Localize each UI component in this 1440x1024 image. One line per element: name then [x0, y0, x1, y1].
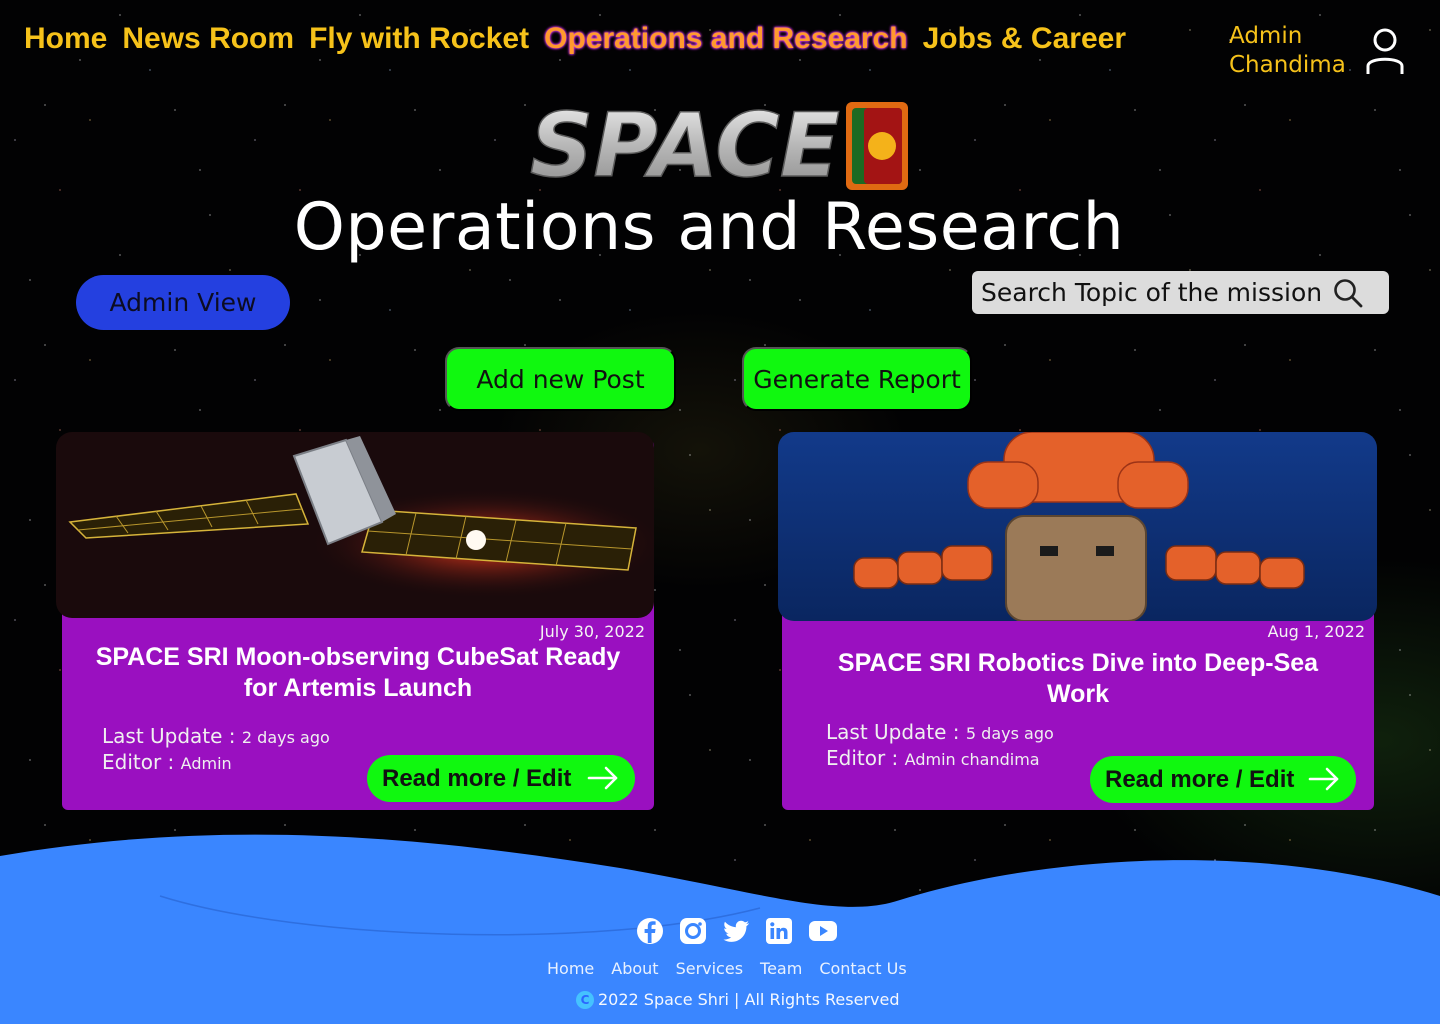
- last-update-value: 2 days ago: [241, 728, 330, 747]
- logo-text: SPACE: [530, 98, 840, 194]
- copyright: C 2022 Space Shri | All Rights Reserved: [576, 990, 899, 1009]
- social-links: [636, 917, 837, 945]
- copyright-icon: C: [576, 990, 594, 1009]
- editor-value: Admin: [180, 754, 232, 773]
- copyright-text: 2022 Space Shri | All Rights Reserved: [598, 990, 900, 1009]
- post-card: Aug 1, 2022 SPACE SRI Robotics Dive into…: [778, 432, 1377, 810]
- user-name: Admin Chandima: [1229, 23, 1346, 78]
- admin-view-button[interactable]: Admin View: [76, 275, 290, 330]
- search-input[interactable]: [981, 278, 1336, 307]
- cubesat-image: [56, 432, 654, 618]
- nav-fly-with-rocket[interactable]: Fly with Rocket: [309, 22, 529, 56]
- search-bar: [972, 271, 1389, 314]
- footer-link-about[interactable]: About: [611, 959, 658, 978]
- space-logo: SPACE: [524, 93, 914, 198]
- nav-operations-and-research[interactable]: Operations and Research: [544, 22, 907, 56]
- last-update-label: Last Update :: [102, 724, 236, 748]
- footer-links: Home About Services Team Contact Us: [547, 959, 907, 978]
- user-menu[interactable]: Admin Chandima: [1229, 22, 1405, 80]
- facebook-icon[interactable]: [636, 917, 664, 945]
- main-nav: Home News Room Fly with Rocket Operation…: [24, 22, 1126, 56]
- read-more-label: Read more / Edit: [382, 764, 572, 792]
- deep-sea-robot-image: [778, 432, 1377, 621]
- instagram-icon[interactable]: [679, 917, 707, 945]
- editor-label: Editor :: [826, 746, 899, 770]
- read-more-edit-button[interactable]: Read more / Edit: [367, 755, 635, 802]
- twitter-icon[interactable]: [722, 917, 750, 945]
- post-meta: Last Update : 2 days ago Editor : Admin: [102, 724, 330, 776]
- user-icon[interactable]: [1365, 28, 1405, 80]
- post-date: Aug 1, 2022: [1267, 622, 1365, 641]
- page-title: Operations and Research: [293, 190, 1125, 265]
- footer-link-services[interactable]: Services: [676, 959, 743, 978]
- youtube-icon[interactable]: [808, 917, 837, 945]
- footer-link-home[interactable]: Home: [547, 959, 594, 978]
- post-title: SPACE SRI Moon-observing CubeSat Ready f…: [95, 643, 621, 702]
- nav-home[interactable]: Home: [24, 22, 107, 56]
- post-card: July 30, 2022 SPACE SRI Moon-observing C…: [56, 432, 654, 810]
- post-title: SPACE SRI Robotics Dive into Deep-Sea Wo…: [837, 649, 1319, 708]
- generate-report-button[interactable]: Generate Report: [742, 347, 972, 411]
- read-more-edit-button[interactable]: Read more / Edit: [1090, 756, 1356, 803]
- nav-jobs-career[interactable]: Jobs & Career: [923, 22, 1126, 56]
- nav-news-room[interactable]: News Room: [122, 22, 294, 56]
- linkedin-icon[interactable]: [765, 917, 793, 945]
- editor-value: Admin chandima: [904, 750, 1040, 769]
- post-date: July 30, 2022: [539, 622, 645, 641]
- last-update-label: Last Update :: [826, 720, 960, 744]
- search-icon[interactable]: [1333, 278, 1363, 312]
- arrow-right-icon: [1308, 766, 1340, 799]
- add-new-post-button[interactable]: Add new Post: [445, 347, 676, 411]
- editor-label: Editor :: [102, 750, 175, 774]
- read-more-label: Read more / Edit: [1105, 765, 1295, 793]
- footer-link-team[interactable]: Team: [760, 959, 802, 978]
- footer-link-contact-us[interactable]: Contact Us: [819, 959, 906, 978]
- last-update-value: 5 days ago: [965, 724, 1054, 743]
- post-meta: Last Update : 5 days ago Editor : Admin …: [826, 720, 1054, 772]
- arrow-right-icon: [587, 765, 619, 798]
